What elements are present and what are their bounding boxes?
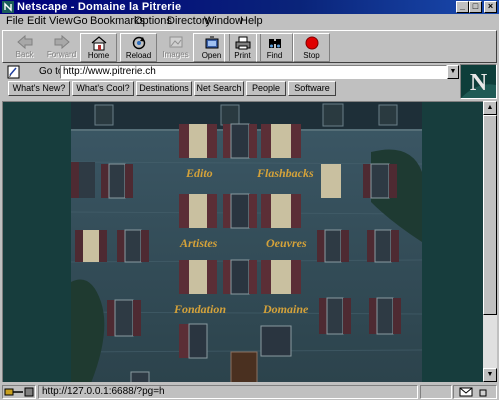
progress-indicator <box>420 385 452 399</box>
title-bar[interactable]: Netscape - Domaine la Pitrerie _ □ × <box>0 0 499 14</box>
stop-button[interactable]: Stop <box>293 33 330 62</box>
link-domaine[interactable]: Domaine <box>263 302 308 317</box>
netscape-app-icon[interactable] <box>2 1 14 13</box>
home-button[interactable]: Home <box>80 33 117 62</box>
forward-arrow-icon <box>54 34 70 50</box>
home-label: Home <box>87 51 110 60</box>
vertical-scrollbar[interactable]: ▲ ▼ <box>483 101 497 382</box>
home-icon <box>91 36 106 51</box>
link-artistes[interactable]: Artistes <box>180 236 217 251</box>
link-edito[interactable]: Edito <box>186 166 213 181</box>
print-label: Print <box>234 51 251 60</box>
images-icon <box>169 36 182 48</box>
scroll-down-button[interactable]: ▼ <box>483 368 497 382</box>
menu-view[interactable]: View <box>49 15 73 28</box>
menu-file[interactable]: File <box>6 15 24 28</box>
images-label: Images <box>162 50 189 59</box>
key-icon <box>4 387 34 397</box>
directory-buttons-bar: What's New? What's Cool? Destinations Ne… <box>2 81 458 98</box>
open-icon <box>205 36 218 49</box>
printer-icon <box>235 36 250 50</box>
forward-button[interactable]: Forward <box>43 33 80 62</box>
status-bar: http://127.0.0.1:6688/?pg=h <box>0 384 499 400</box>
netscape-n-icon: N <box>461 70 496 98</box>
menu-bar: File Edit View Go Bookmarks Options Dire… <box>0 14 499 29</box>
menu-edit[interactable]: Edit <box>27 15 46 28</box>
menu-go[interactable]: Go <box>73 15 88 28</box>
page-content[interactable]: Edito Flashbacks Artistes Oeuvres Fondat… <box>2 101 483 382</box>
stop-icon <box>305 36 318 50</box>
images-button[interactable]: Images <box>157 33 194 62</box>
scroll-up-button[interactable]: ▲ <box>483 101 497 115</box>
forward-label: Forward <box>46 50 77 59</box>
reload-icon <box>132 36 145 50</box>
whats-cool-button[interactable]: What's Cool? <box>72 81 134 96</box>
maximize-button[interactable]: □ <box>469 1 482 13</box>
url-history-dropdown[interactable]: ▼ <box>447 65 459 79</box>
back-arrow-icon <box>16 34 32 50</box>
link-fondation[interactable]: Fondation <box>174 302 226 317</box>
mail-indicator[interactable] <box>453 385 497 399</box>
building-photo <box>71 102 422 382</box>
find-label: Find <box>266 51 283 60</box>
scroll-thumb[interactable] <box>483 115 497 315</box>
find-button[interactable]: Find <box>256 33 293 62</box>
reload-label: Reload <box>125 51 152 60</box>
whats-new-button[interactable]: What's New? <box>8 81 70 96</box>
navigation-toolbar: Back Forward Home Reload Images Open Pri… <box>2 30 497 63</box>
security-indicator[interactable] <box>2 385 36 399</box>
people-button[interactable]: People <box>246 81 286 96</box>
software-button[interactable]: Software <box>288 81 336 96</box>
bookmark-quickfile-icon[interactable] <box>7 65 21 79</box>
binoculars-icon <box>268 39 281 48</box>
minimize-button[interactable]: _ <box>456 1 469 13</box>
location-bar: Go to: http://www.pitrerie.ch ▼ <box>2 64 459 81</box>
menu-help[interactable]: Help <box>240 15 263 28</box>
close-button[interactable]: × <box>484 1 497 13</box>
link-oeuvres[interactable]: Oeuvres <box>266 236 307 251</box>
netscape-logo[interactable]: N <box>460 64 497 99</box>
menu-window[interactable]: Window <box>204 15 243 28</box>
logo-letter: N <box>470 70 488 96</box>
back-label: Back <box>15 50 34 59</box>
net-search-button[interactable]: Net Search <box>194 81 244 96</box>
mail-icon <box>459 387 487 397</box>
status-message: http://127.0.0.1:6688/?pg=h <box>38 385 418 399</box>
url-input[interactable]: http://www.pitrerie.ch <box>60 65 447 79</box>
link-flashbacks[interactable]: Flashbacks <box>257 166 314 181</box>
destinations-button[interactable]: Destinations <box>136 81 192 96</box>
back-button[interactable]: Back <box>6 33 43 62</box>
reload-button[interactable]: Reload <box>120 33 157 62</box>
stop-label: Stop <box>303 51 320 60</box>
window-title: Netscape - Domaine la Pitrerie <box>17 1 182 13</box>
